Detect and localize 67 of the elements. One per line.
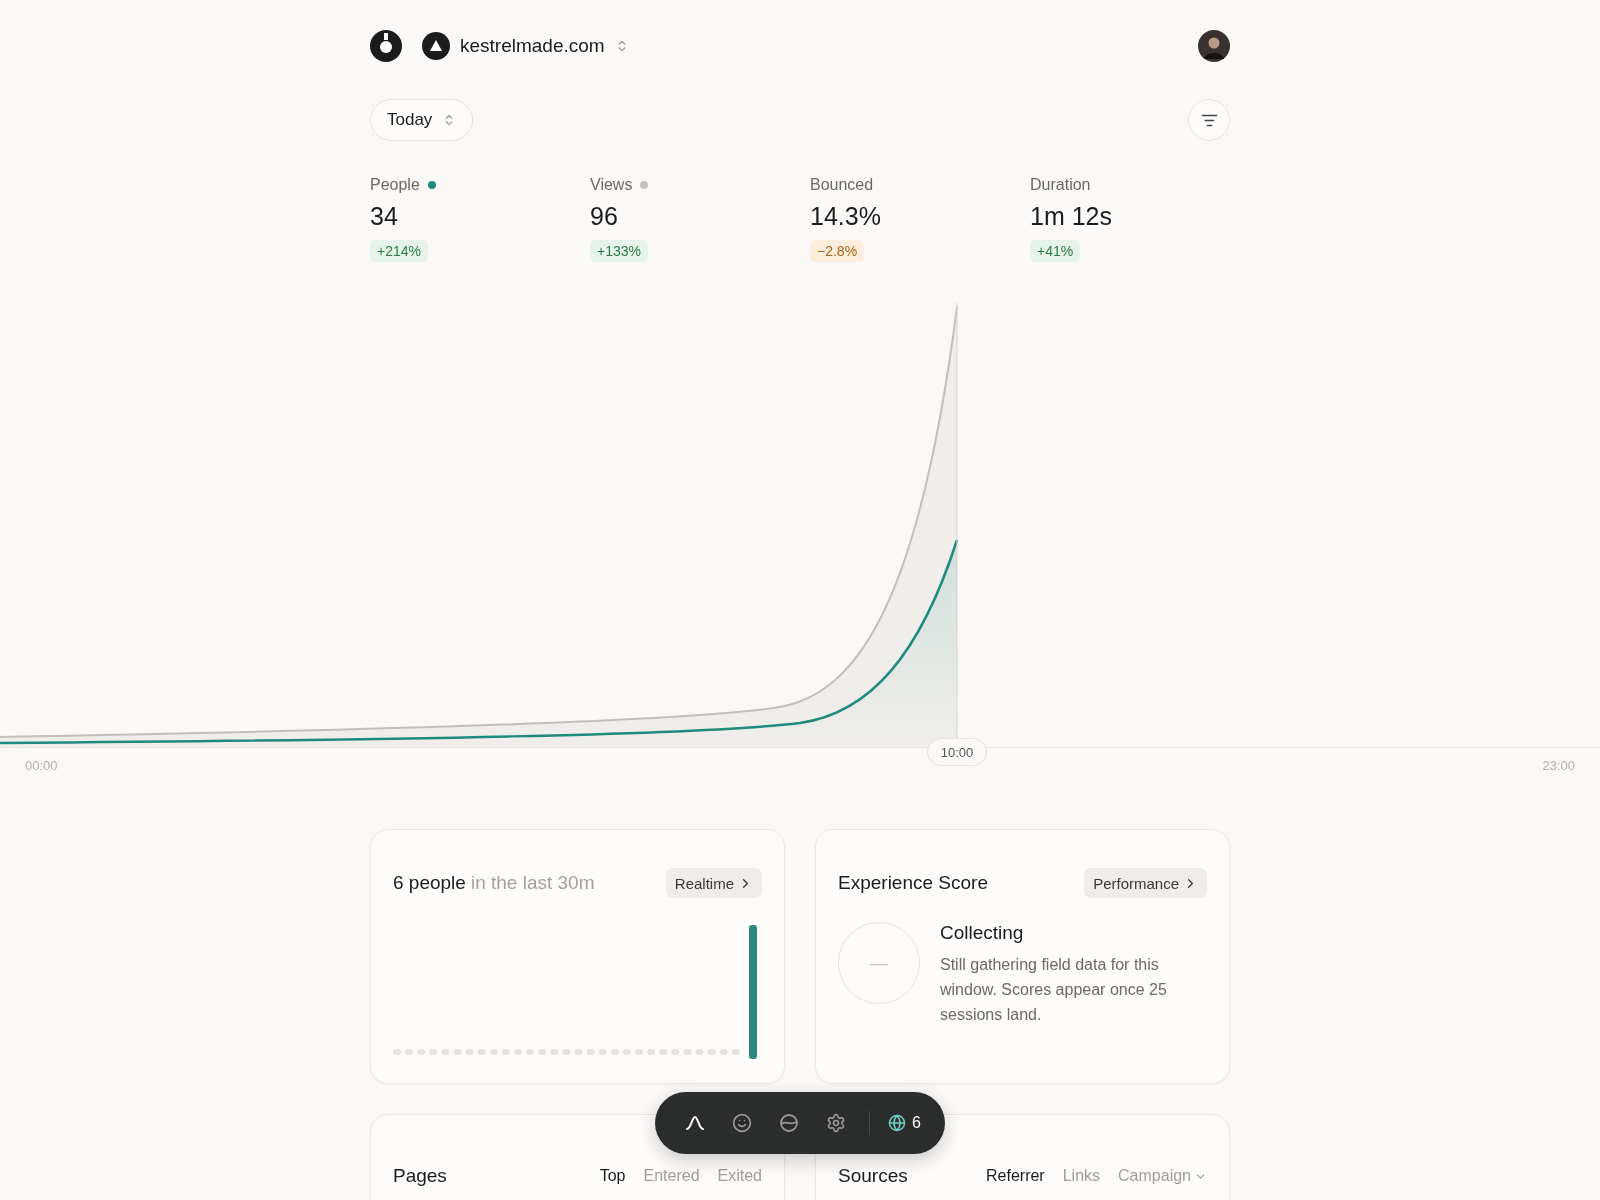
change-badge: +214% xyxy=(370,240,428,262)
bar xyxy=(441,1049,450,1055)
bar xyxy=(538,1049,547,1055)
bar xyxy=(731,1049,740,1055)
online-count[interactable]: 6 xyxy=(884,1114,925,1132)
settings-icon xyxy=(825,1113,846,1133)
axis-label: 23:00 xyxy=(1542,757,1575,773)
bar xyxy=(405,1049,414,1055)
bar xyxy=(683,1049,692,1055)
bar xyxy=(647,1049,656,1055)
current-time-label: 10:00 xyxy=(927,738,987,766)
card-title: Pages xyxy=(393,1165,447,1187)
people-count: 6 people xyxy=(393,872,466,893)
stat-value: 14.3% xyxy=(810,202,881,231)
bar xyxy=(514,1049,522,1055)
wave-circle-icon xyxy=(778,1113,799,1133)
bar xyxy=(501,1049,510,1055)
period-button[interactable]: Today xyxy=(370,99,474,141)
bar xyxy=(526,1049,535,1055)
avatar[interactable] xyxy=(1198,30,1230,62)
card-title: Sources xyxy=(838,1165,908,1187)
bar xyxy=(586,1049,595,1055)
bar xyxy=(659,1049,668,1055)
stat-label: People xyxy=(370,176,420,194)
bar xyxy=(429,1049,438,1055)
bar xyxy=(550,1049,559,1055)
status-title: Collecting xyxy=(940,922,1025,944)
bar xyxy=(417,1049,426,1055)
bar xyxy=(477,1049,486,1055)
stat-label: Views xyxy=(590,176,633,194)
bar xyxy=(610,1049,619,1055)
bar xyxy=(465,1049,474,1055)
site-name[interactable]: kestrelmade.com xyxy=(460,35,605,57)
stat-value: 96 xyxy=(590,202,618,231)
change-badge: +41% xyxy=(1030,240,1081,262)
chart-icon xyxy=(684,1113,705,1133)
stat-label: Duration xyxy=(1030,176,1091,194)
bar xyxy=(719,1049,728,1055)
status-description: Still gathering field data for this window. Scores appear once 25 sessions land. xyxy=(940,955,1168,1025)
bar xyxy=(562,1049,571,1055)
smile-icon xyxy=(731,1113,752,1133)
bar xyxy=(635,1049,643,1055)
tab[interactable]: Top xyxy=(599,1167,626,1185)
bar xyxy=(695,1049,704,1055)
stat-value: 34 xyxy=(370,202,398,231)
bar xyxy=(598,1049,607,1055)
site-icon xyxy=(422,32,450,60)
globe-icon xyxy=(888,1114,907,1132)
bar xyxy=(393,1049,401,1055)
axis-label: 00:00 xyxy=(25,757,58,773)
bar xyxy=(453,1049,462,1055)
bar xyxy=(622,1049,631,1055)
change-badge: +133% xyxy=(590,240,648,262)
stat-label: Bounced xyxy=(810,176,874,194)
time-window: in the last 30m xyxy=(470,872,595,893)
stat-value: 1m 12s xyxy=(1030,202,1112,231)
card-title: Experience Score xyxy=(838,872,988,894)
bar xyxy=(671,1049,680,1055)
logo-icon[interactable] xyxy=(370,30,402,62)
bar xyxy=(574,1049,583,1055)
change-badge: −2.8% xyxy=(810,240,865,262)
bar xyxy=(707,1049,716,1055)
score-value: — xyxy=(870,952,888,974)
realtime-link[interactable]: Realtime xyxy=(665,868,762,898)
bar xyxy=(489,1049,498,1055)
tab[interactable]: Referrer xyxy=(986,1167,1045,1185)
performance-link[interactable]: Performance xyxy=(1084,868,1207,898)
